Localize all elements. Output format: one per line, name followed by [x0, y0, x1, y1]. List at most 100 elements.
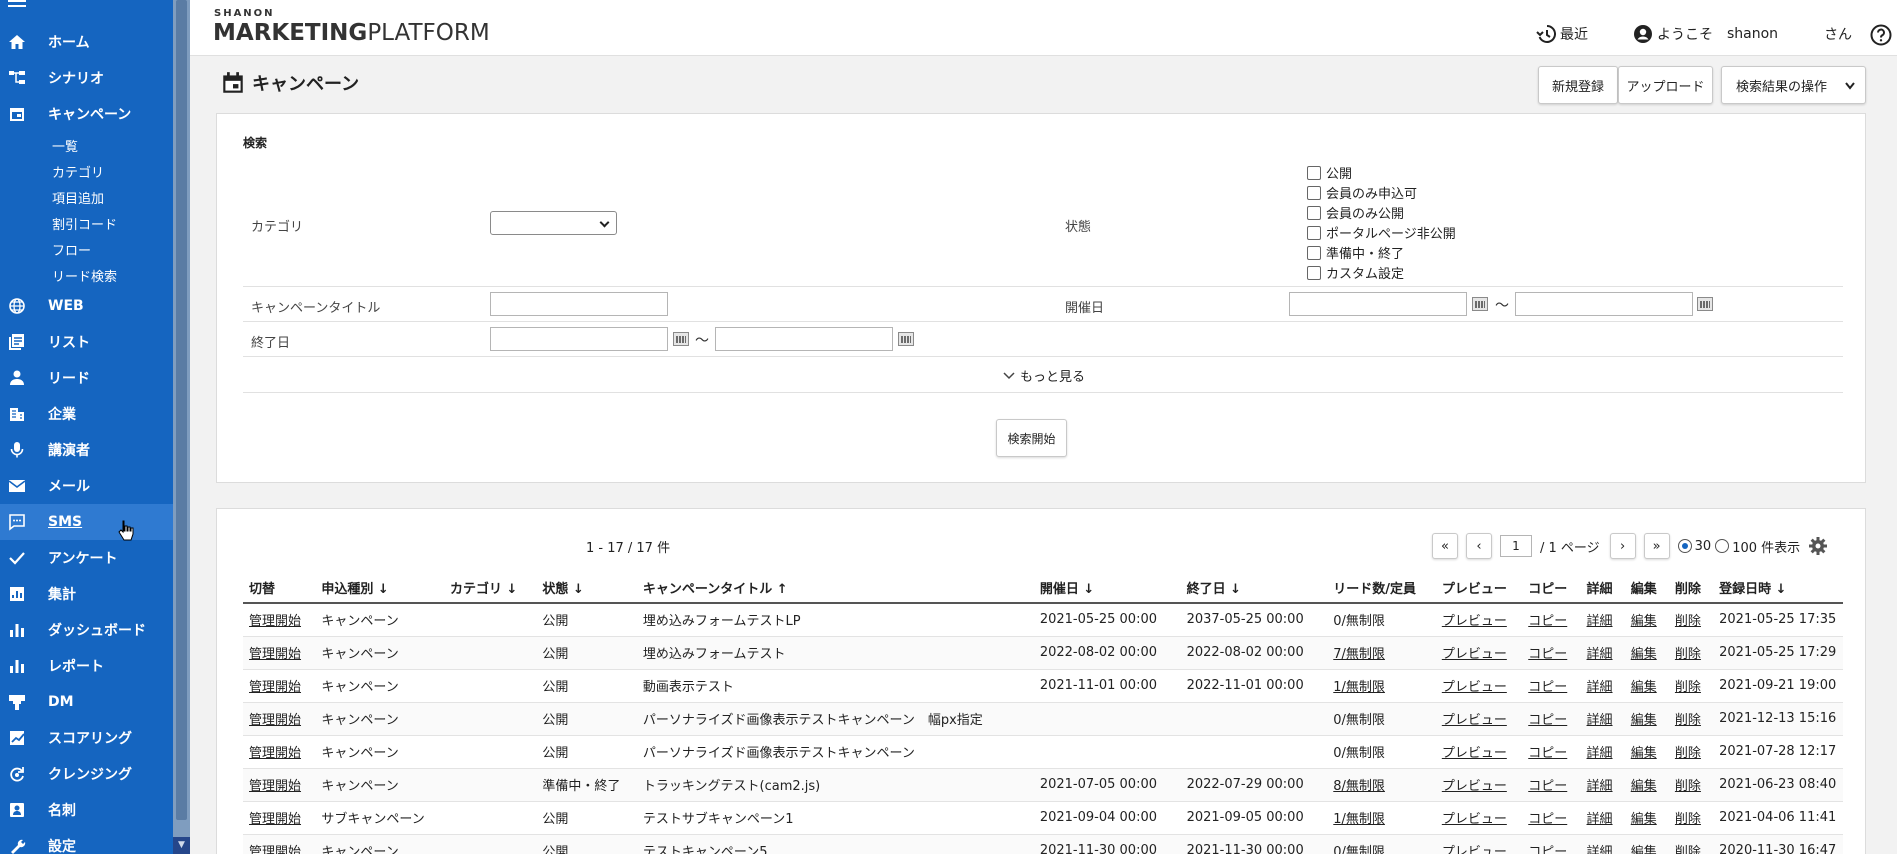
- detail-link[interactable]: 詳細: [1587, 713, 1613, 728]
- preview-link[interactable]: プレビュー: [1442, 713, 1507, 728]
- cell-copy[interactable]: コピー: [1522, 669, 1581, 703]
- column-header[interactable]: 終了日 ↓: [1180, 572, 1328, 604]
- cell-delete[interactable]: 削除: [1668, 735, 1714, 769]
- help-icon[interactable]: [1870, 24, 1892, 46]
- detail-link[interactable]: 詳細: [1587, 779, 1613, 794]
- prev-page-button[interactable]: ‹: [1466, 533, 1492, 559]
- hamburger-menu-icon[interactable]: [8, 0, 28, 10]
- sidebar-item-report[interactable]: レポート: [0, 648, 173, 684]
- switch-link[interactable]: 管理開始: [249, 647, 301, 662]
- sidebar-item-survey[interactable]: アンケート: [0, 540, 173, 576]
- cell-copy[interactable]: コピー: [1522, 834, 1581, 854]
- copy-link[interactable]: コピー: [1528, 812, 1567, 827]
- status-checkbox[interactable]: 会員のみ公開: [1307, 203, 1404, 222]
- delete-link[interactable]: 削除: [1675, 812, 1701, 827]
- status-checkbox[interactable]: 公開: [1307, 163, 1352, 182]
- edit-link[interactable]: 編集: [1631, 845, 1657, 854]
- sidebar-item-scoring[interactable]: スコアリング: [0, 720, 173, 756]
- switch-link[interactable]: 管理開始: [249, 614, 301, 629]
- delete-link[interactable]: 削除: [1675, 647, 1701, 662]
- sidebar-item-company[interactable]: 企業: [0, 396, 173, 432]
- cell-detail[interactable]: 詳細: [1580, 669, 1625, 703]
- edit-link[interactable]: 編集: [1631, 746, 1657, 761]
- cell-delete[interactable]: 削除: [1668, 801, 1714, 835]
- column-header[interactable]: 申込種別 ↓: [315, 572, 444, 604]
- status-checkbox[interactable]: ポータルページ非公開: [1307, 223, 1456, 242]
- delete-link[interactable]: 削除: [1675, 779, 1701, 794]
- leads-link[interactable]: 1/無制限: [1333, 680, 1385, 695]
- calendar-picker-icon[interactable]: [1472, 297, 1488, 311]
- switch-link[interactable]: 管理開始: [249, 812, 301, 827]
- first-page-button[interactable]: «: [1432, 533, 1458, 559]
- copy-link[interactable]: コピー: [1528, 713, 1567, 728]
- per-page-100-radio[interactable]: [1715, 539, 1730, 553]
- edit-link[interactable]: 編集: [1631, 647, 1657, 662]
- cell-copy[interactable]: コピー: [1522, 603, 1581, 637]
- cell-delete[interactable]: 削除: [1668, 702, 1714, 736]
- status-checkbox[interactable]: 準備中・終了: [1307, 243, 1404, 262]
- sidebar-subitem[interactable]: フロー: [0, 236, 173, 262]
- start-date-to-input[interactable]: [1515, 292, 1693, 316]
- cell-detail[interactable]: 詳細: [1580, 735, 1625, 769]
- results-ops-dropdown[interactable]: 検索結果の操作: [1721, 66, 1866, 104]
- detail-link[interactable]: 詳細: [1587, 812, 1613, 827]
- preview-link[interactable]: プレビュー: [1442, 779, 1507, 794]
- cell-edit[interactable]: 編集: [1624, 702, 1669, 736]
- sidebar-item-card[interactable]: 名刺: [0, 792, 173, 828]
- cell-switch[interactable]: 管理開始: [243, 768, 316, 802]
- cell-switch[interactable]: 管理開始: [243, 702, 316, 736]
- detail-link[interactable]: 詳細: [1587, 680, 1613, 695]
- copy-link[interactable]: コピー: [1528, 614, 1567, 629]
- cell-edit[interactable]: 編集: [1624, 636, 1669, 670]
- switch-link[interactable]: 管理開始: [249, 779, 301, 794]
- sidebar-item-cleansing[interactable]: クレンジング: [0, 756, 173, 792]
- cell-detail[interactable]: 詳細: [1580, 603, 1625, 637]
- sidebar-scrollbar[interactable]: ▼: [173, 0, 190, 854]
- checkbox-box[interactable]: [1307, 165, 1321, 180]
- cell-preview[interactable]: プレビュー: [1435, 636, 1523, 670]
- cell-delete[interactable]: 削除: [1668, 768, 1714, 802]
- column-header[interactable]: 開催日 ↓: [1033, 572, 1181, 604]
- edit-link[interactable]: 編集: [1631, 614, 1657, 629]
- delete-link[interactable]: 削除: [1675, 845, 1701, 854]
- cell-copy[interactable]: コピー: [1522, 702, 1581, 736]
- checkbox-box[interactable]: [1307, 185, 1321, 200]
- cell-detail[interactable]: 詳細: [1580, 768, 1625, 802]
- preview-link[interactable]: プレビュー: [1442, 746, 1507, 761]
- next-page-button[interactable]: ›: [1609, 533, 1636, 559]
- sidebar-item-speaker[interactable]: 講演者: [0, 432, 173, 468]
- sidebar-subitem[interactable]: 割引コード: [0, 210, 173, 236]
- end-date-from-input[interactable]: [490, 327, 668, 351]
- sidebar-item-aggregate[interactable]: 集計: [0, 576, 173, 612]
- gear-icon[interactable]: [1808, 536, 1828, 556]
- page-number-input[interactable]: 1: [1500, 535, 1532, 557]
- edit-link[interactable]: 編集: [1631, 713, 1657, 728]
- copy-link[interactable]: コピー: [1528, 680, 1567, 695]
- sidebar-item-campaign[interactable]: キャンペーン: [0, 96, 173, 132]
- cell-preview[interactable]: プレビュー: [1435, 834, 1523, 854]
- sidebar-subitem[interactable]: カテゴリ: [0, 158, 173, 184]
- upload-button[interactable]: アップロード: [1618, 66, 1713, 104]
- start-date-from-input[interactable]: [1289, 292, 1467, 316]
- status-checkbox[interactable]: カスタム設定: [1307, 263, 1404, 282]
- sidebar-item-dm[interactable]: DM: [0, 684, 173, 720]
- cell-copy[interactable]: コピー: [1522, 735, 1581, 769]
- cell-leads[interactable]: 7/無制限: [1327, 636, 1436, 670]
- user-menu[interactable]: ようこそ shanon さん: [1633, 24, 1852, 44]
- cell-delete[interactable]: 削除: [1668, 834, 1714, 854]
- switch-link[interactable]: 管理開始: [249, 713, 301, 728]
- switch-link[interactable]: 管理開始: [249, 746, 301, 761]
- sidebar-subitem[interactable]: リード検索: [0, 262, 173, 288]
- cell-edit[interactable]: 編集: [1624, 735, 1669, 769]
- column-header[interactable]: カテゴリ ↓: [443, 572, 537, 604]
- delete-link[interactable]: 削除: [1675, 614, 1701, 629]
- leads-link[interactable]: 8/無制限: [1333, 779, 1385, 794]
- preview-link[interactable]: プレビュー: [1442, 680, 1507, 695]
- cell-delete[interactable]: 削除: [1668, 669, 1714, 703]
- sidebar-item-list[interactable]: リスト: [0, 324, 173, 360]
- status-checkbox[interactable]: 会員のみ申込可: [1307, 183, 1417, 202]
- preview-link[interactable]: プレビュー: [1442, 647, 1507, 662]
- cell-preview[interactable]: プレビュー: [1435, 735, 1523, 769]
- sidebar-item-settings[interactable]: 設定: [0, 828, 173, 854]
- sidebar-subitem[interactable]: 一覧: [0, 132, 173, 158]
